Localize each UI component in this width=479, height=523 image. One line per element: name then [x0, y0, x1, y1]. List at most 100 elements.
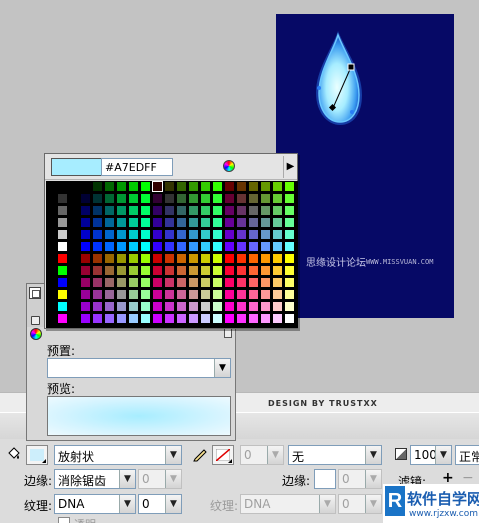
color-swatch[interactable] — [249, 218, 258, 227]
color-swatch[interactable] — [237, 266, 246, 275]
color-swatch[interactable] — [189, 266, 198, 275]
color-swatch[interactable] — [273, 290, 282, 299]
color-swatch[interactable] — [249, 254, 258, 263]
color-swatch[interactable] — [117, 218, 126, 227]
color-swatch[interactable] — [273, 302, 282, 311]
color-swatch[interactable] — [141, 194, 150, 203]
color-swatch[interactable] — [93, 314, 102, 323]
color-swatch[interactable] — [117, 302, 126, 311]
color-swatch[interactable] — [81, 182, 90, 191]
color-swatch[interactable] — [213, 266, 222, 275]
color-swatch[interactable] — [261, 302, 270, 311]
color-swatch[interactable] — [201, 218, 210, 227]
color-swatch[interactable] — [153, 242, 162, 251]
color-swatch[interactable] — [93, 218, 102, 227]
color-swatch[interactable] — [81, 314, 90, 323]
color-swatch[interactable] — [225, 254, 234, 263]
color-swatch[interactable] — [177, 242, 186, 251]
color-swatch[interactable] — [47, 218, 56, 227]
color-swatch[interactable] — [47, 194, 56, 203]
color-swatch[interactable] — [47, 230, 56, 239]
color-swatch[interactable] — [129, 278, 138, 287]
color-swatch[interactable] — [273, 182, 282, 191]
color-swatch[interactable] — [47, 314, 56, 323]
color-swatch[interactable] — [201, 314, 210, 323]
color-swatch[interactable] — [213, 230, 222, 239]
color-swatch[interactable] — [177, 266, 186, 275]
color-swatch[interactable] — [225, 242, 234, 251]
color-swatch[interactable] — [165, 254, 174, 263]
color-swatch[interactable] — [117, 254, 126, 263]
color-swatch[interactable] — [58, 242, 67, 251]
color-swatch[interactable] — [93, 278, 102, 287]
color-swatch[interactable] — [225, 230, 234, 239]
color-swatch[interactable] — [129, 242, 138, 251]
color-swatch[interactable] — [261, 278, 270, 287]
color-swatch[interactable] — [81, 254, 90, 263]
color-swatch[interactable] — [285, 302, 294, 311]
color-swatch[interactable] — [165, 278, 174, 287]
color-swatch[interactable] — [273, 242, 282, 251]
color-swatch[interactable] — [117, 194, 126, 203]
color-swatch[interactable] — [153, 290, 162, 299]
color-swatch[interactable] — [249, 194, 258, 203]
color-swatch[interactable] — [129, 290, 138, 299]
color-swatch[interactable] — [273, 254, 282, 263]
color-swatch[interactable] — [165, 266, 174, 275]
color-swatch[interactable] — [237, 314, 246, 323]
color-swatch[interactable] — [273, 194, 282, 203]
color-swatch[interactable] — [285, 206, 294, 215]
color-swatch[interactable] — [47, 278, 56, 287]
color-swatch[interactable] — [58, 302, 67, 311]
color-swatch[interactable] — [58, 278, 67, 287]
color-swatch[interactable] — [261, 266, 270, 275]
color-swatch[interactable] — [285, 314, 294, 323]
color-swatch[interactable] — [117, 266, 126, 275]
color-swatch[interactable] — [261, 182, 270, 191]
color-swatch[interactable] — [141, 242, 150, 251]
color-swatch[interactable] — [201, 206, 210, 215]
color-swatch[interactable] — [165, 194, 174, 203]
color-swatch[interactable] — [165, 314, 174, 323]
color-swatch[interactable] — [58, 206, 67, 215]
color-swatch[interactable] — [189, 230, 198, 239]
color-swatch[interactable] — [261, 206, 270, 215]
color-swatch[interactable] — [177, 182, 186, 191]
color-swatch[interactable] — [189, 290, 198, 299]
color-swatch[interactable] — [249, 242, 258, 251]
color-swatch[interactable] — [285, 218, 294, 227]
color-swatch[interactable] — [213, 290, 222, 299]
color-swatch[interactable] — [81, 194, 90, 203]
color-swatch[interactable] — [165, 218, 174, 227]
color-swatch[interactable] — [47, 206, 56, 215]
texture-number-field[interactable]: 0 ▼ — [138, 494, 182, 514]
color-swatch[interactable] — [201, 266, 210, 275]
color-swatch[interactable] — [225, 182, 234, 191]
color-swatch[interactable] — [152, 181, 163, 192]
swatch-grid[interactable] — [46, 181, 298, 328]
color-swatch[interactable] — [237, 182, 246, 191]
color-swatch[interactable] — [58, 182, 67, 191]
color-swatch[interactable] — [81, 278, 90, 287]
color-swatch[interactable] — [201, 230, 210, 239]
hex-color-input[interactable]: #A7EDFF — [101, 158, 173, 176]
color-swatch[interactable] — [153, 194, 162, 203]
checkbox[interactable] — [58, 517, 70, 523]
stroke-width-field[interactable]: 0 ▼ — [240, 445, 284, 465]
color-swatch[interactable] — [141, 206, 150, 215]
color-swatch[interactable] — [58, 290, 67, 299]
color-swatch[interactable] — [47, 182, 56, 191]
color-swatch[interactable] — [117, 290, 126, 299]
color-swatch[interactable] — [261, 254, 270, 263]
color-swatch[interactable] — [285, 194, 294, 203]
color-swatch[interactable] — [165, 230, 174, 239]
color-swatch[interactable] — [47, 242, 56, 251]
color-swatch[interactable] — [285, 230, 294, 239]
color-swatch[interactable] — [249, 182, 258, 191]
color-swatch[interactable] — [117, 242, 126, 251]
color-swatch[interactable] — [105, 218, 114, 227]
color-swatch[interactable] — [165, 206, 174, 215]
color-swatch[interactable] — [141, 266, 150, 275]
color-swatch[interactable] — [201, 254, 210, 263]
color-swatch[interactable] — [93, 206, 102, 215]
